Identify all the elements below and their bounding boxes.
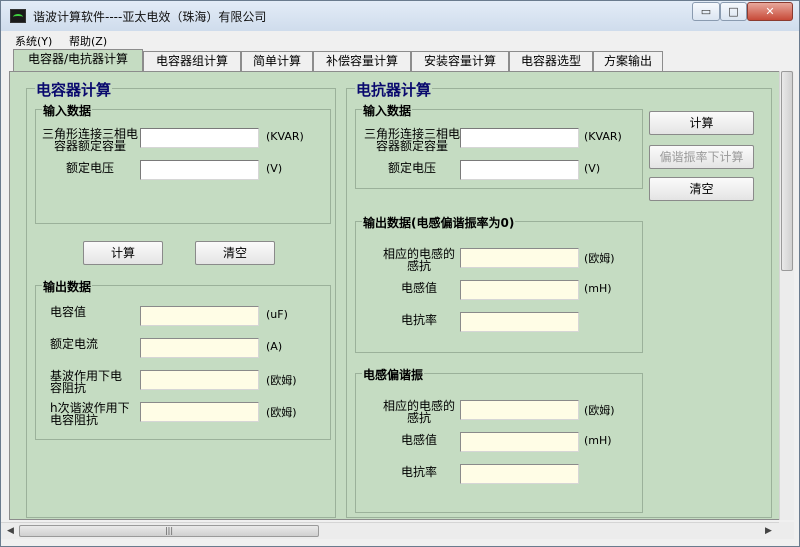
cap-rated-voltage-label: 额定电压 xyxy=(65,161,114,175)
capacitor-input-group: 输入数据 三角形连接三相电容器额定容量 (KVAR) 额定电压 (V) xyxy=(35,102,331,224)
capacitor-output-group: 输出数据 电容值 (uF) 额定电流 (A) 基波作用下电容阻抗 (欧姆) h次… xyxy=(35,278,331,440)
cap-rated-capacity-label: 三角形连接三相电容器额定容量 xyxy=(41,127,138,153)
tab-capacitor-selection[interactable]: 电容器选型 xyxy=(509,51,593,71)
capacitance-label: 电容值 xyxy=(50,305,87,319)
fundamental-impedance-output xyxy=(140,370,259,390)
horizontal-scroll-thumb[interactable]: ||| xyxy=(19,525,319,537)
rated-current-unit: (A) xyxy=(266,340,283,353)
tab-capacitor-reactor[interactable]: 电容器/电抗器计算 xyxy=(13,49,143,71)
cap-rated-capacity-unit: (KVAR) xyxy=(266,130,304,143)
menu-help[interactable]: 帮助(Z) xyxy=(69,33,107,49)
menu-system[interactable]: 系统(Y) xyxy=(15,33,52,49)
harmonic-impedance-label: h次谐波作用下电容阻抗 xyxy=(50,401,130,427)
detuned-reactance-output xyxy=(460,400,579,420)
detuned-title: 电感偏谐振 xyxy=(362,366,425,383)
close-button[interactable]: ✕ xyxy=(747,2,793,21)
reactor-output-title: 输出数据(电感偏谐振率为0) xyxy=(362,214,516,231)
detuned-reactance-label: 相应的电感的感抗 xyxy=(382,399,455,425)
inductance-unit: (mH) xyxy=(584,282,612,295)
reactor-rated-capacity-input[interactable] xyxy=(460,128,579,148)
capacitor-title: 电容器计算 xyxy=(35,79,113,100)
reactance-output xyxy=(460,248,579,268)
reactor-rated-capacity-unit: (KVAR) xyxy=(584,130,622,143)
cap-rated-capacity-input[interactable] xyxy=(140,128,259,148)
tab-capacitor-bank[interactable]: 电容器组计算 xyxy=(143,51,241,71)
tab-compensation-capacity[interactable]: 补偿容量计算 xyxy=(313,51,411,71)
detuned-inductance-output xyxy=(460,432,579,452)
reactor-output-group: 输出数据(电感偏谐振率为0) 相应的电感的感抗 (欧姆) 电感值 (mH) 电抗… xyxy=(355,214,643,353)
detuned-calc-button[interactable]: 偏谐振率下计算 xyxy=(649,145,754,169)
reactor-rated-voltage-label: 额定电压 xyxy=(387,161,436,175)
inductance-label: 电感值 xyxy=(400,281,437,295)
detuned-rate-label: 电抗率 xyxy=(400,465,437,479)
capacitor-calc-button[interactable]: 计算 xyxy=(83,241,163,265)
harmonic-impedance-output xyxy=(140,402,259,422)
reactance-rate-label: 电抗率 xyxy=(400,313,437,327)
reactor-section: 电抗器计算 输入数据 三角形连接三相电容器额定容量 (KVAR) 额定电压 (V… xyxy=(346,79,772,518)
tab-strip: 电容器/电抗器计算 电容器组计算 简单计算 补偿容量计算 安装容量计算 电容器选… xyxy=(9,49,779,71)
cap-rated-voltage-unit: (V) xyxy=(266,162,283,175)
reactor-title: 电抗器计算 xyxy=(355,79,433,100)
reactor-rated-capacity-label: 三角形连接三相电容器额定容量 xyxy=(363,127,460,153)
tab-panel: 电容器计算 输入数据 三角形连接三相电容器额定容量 (KVAR) 额定电压 (V… xyxy=(9,71,780,520)
title-bar: 谐波计算软件----亚太电效（珠海）有限公司 ▭ □ ✕ xyxy=(1,1,799,31)
rated-current-output xyxy=(140,338,259,358)
tab-scheme-output[interactable]: 方案输出 xyxy=(593,51,663,71)
maximize-button[interactable]: □ xyxy=(720,2,747,21)
minimize-button[interactable]: ▭ xyxy=(692,2,720,21)
vertical-scrollbar[interactable] xyxy=(779,71,794,520)
detuned-inductance-label: 电感值 xyxy=(400,433,437,447)
app-icon xyxy=(10,9,26,23)
size-grip xyxy=(779,522,794,539)
main-window: 谐波计算软件----亚太电效（珠海）有限公司 ▭ □ ✕ 系统(Y) 帮助(Z)… xyxy=(0,0,800,547)
fundamental-impedance-label: 基波作用下电容阻抗 xyxy=(50,369,123,395)
menu-bar: 系统(Y) 帮助(Z) xyxy=(1,32,799,49)
reactor-calc-button[interactable]: 计算 xyxy=(649,111,754,135)
capacitance-output xyxy=(140,306,259,326)
scroll-right-icon[interactable]: ▶ xyxy=(761,525,776,538)
rated-current-label: 额定电流 xyxy=(50,337,99,351)
scroll-left-icon[interactable]: ◀ xyxy=(3,525,18,538)
capacitor-clear-button[interactable]: 清空 xyxy=(195,241,275,265)
vertical-scroll-thumb[interactable] xyxy=(781,71,793,271)
reactor-rated-voltage-input[interactable] xyxy=(460,160,579,180)
reactance-label: 相应的电感的感抗 xyxy=(382,247,455,273)
reactance-unit: (欧姆) xyxy=(584,252,615,265)
capacitor-output-title: 输出数据 xyxy=(42,278,93,295)
reactor-input-group: 输入数据 三角形连接三相电容器额定容量 (KVAR) 额定电压 (V) xyxy=(355,102,643,189)
cap-rated-voltage-input[interactable] xyxy=(140,160,259,180)
capacitance-unit: (uF) xyxy=(266,308,288,321)
capacitor-section: 电容器计算 输入数据 三角形连接三相电容器额定容量 (KVAR) 额定电压 (V… xyxy=(26,79,336,518)
tab-simple-calc[interactable]: 简单计算 xyxy=(241,51,313,71)
harmonic-impedance-unit: (欧姆) xyxy=(266,406,297,419)
capacitor-input-title: 输入数据 xyxy=(42,102,93,119)
window-title: 谐波计算软件----亚太电效（珠海）有限公司 xyxy=(33,10,267,24)
reactor-clear-button[interactable]: 清空 xyxy=(649,177,754,201)
tab-installed-capacity[interactable]: 安装容量计算 xyxy=(411,51,509,71)
inductance-output xyxy=(460,280,579,300)
detuned-group: 电感偏谐振 相应的电感的感抗 (欧姆) 电感值 (mH) 电抗率 xyxy=(355,366,643,513)
detuned-rate-output xyxy=(460,464,579,484)
reactance-rate-output xyxy=(460,312,579,332)
reactor-rated-voltage-unit: (V) xyxy=(584,162,601,175)
detuned-inductance-unit: (mH) xyxy=(584,434,612,447)
fundamental-impedance-unit: (欧姆) xyxy=(266,374,297,387)
horizontal-scrollbar[interactable]: ◀ ||| ▶ xyxy=(1,522,779,539)
detuned-reactance-unit: (欧姆) xyxy=(584,404,615,417)
reactor-input-title: 输入数据 xyxy=(362,102,413,119)
